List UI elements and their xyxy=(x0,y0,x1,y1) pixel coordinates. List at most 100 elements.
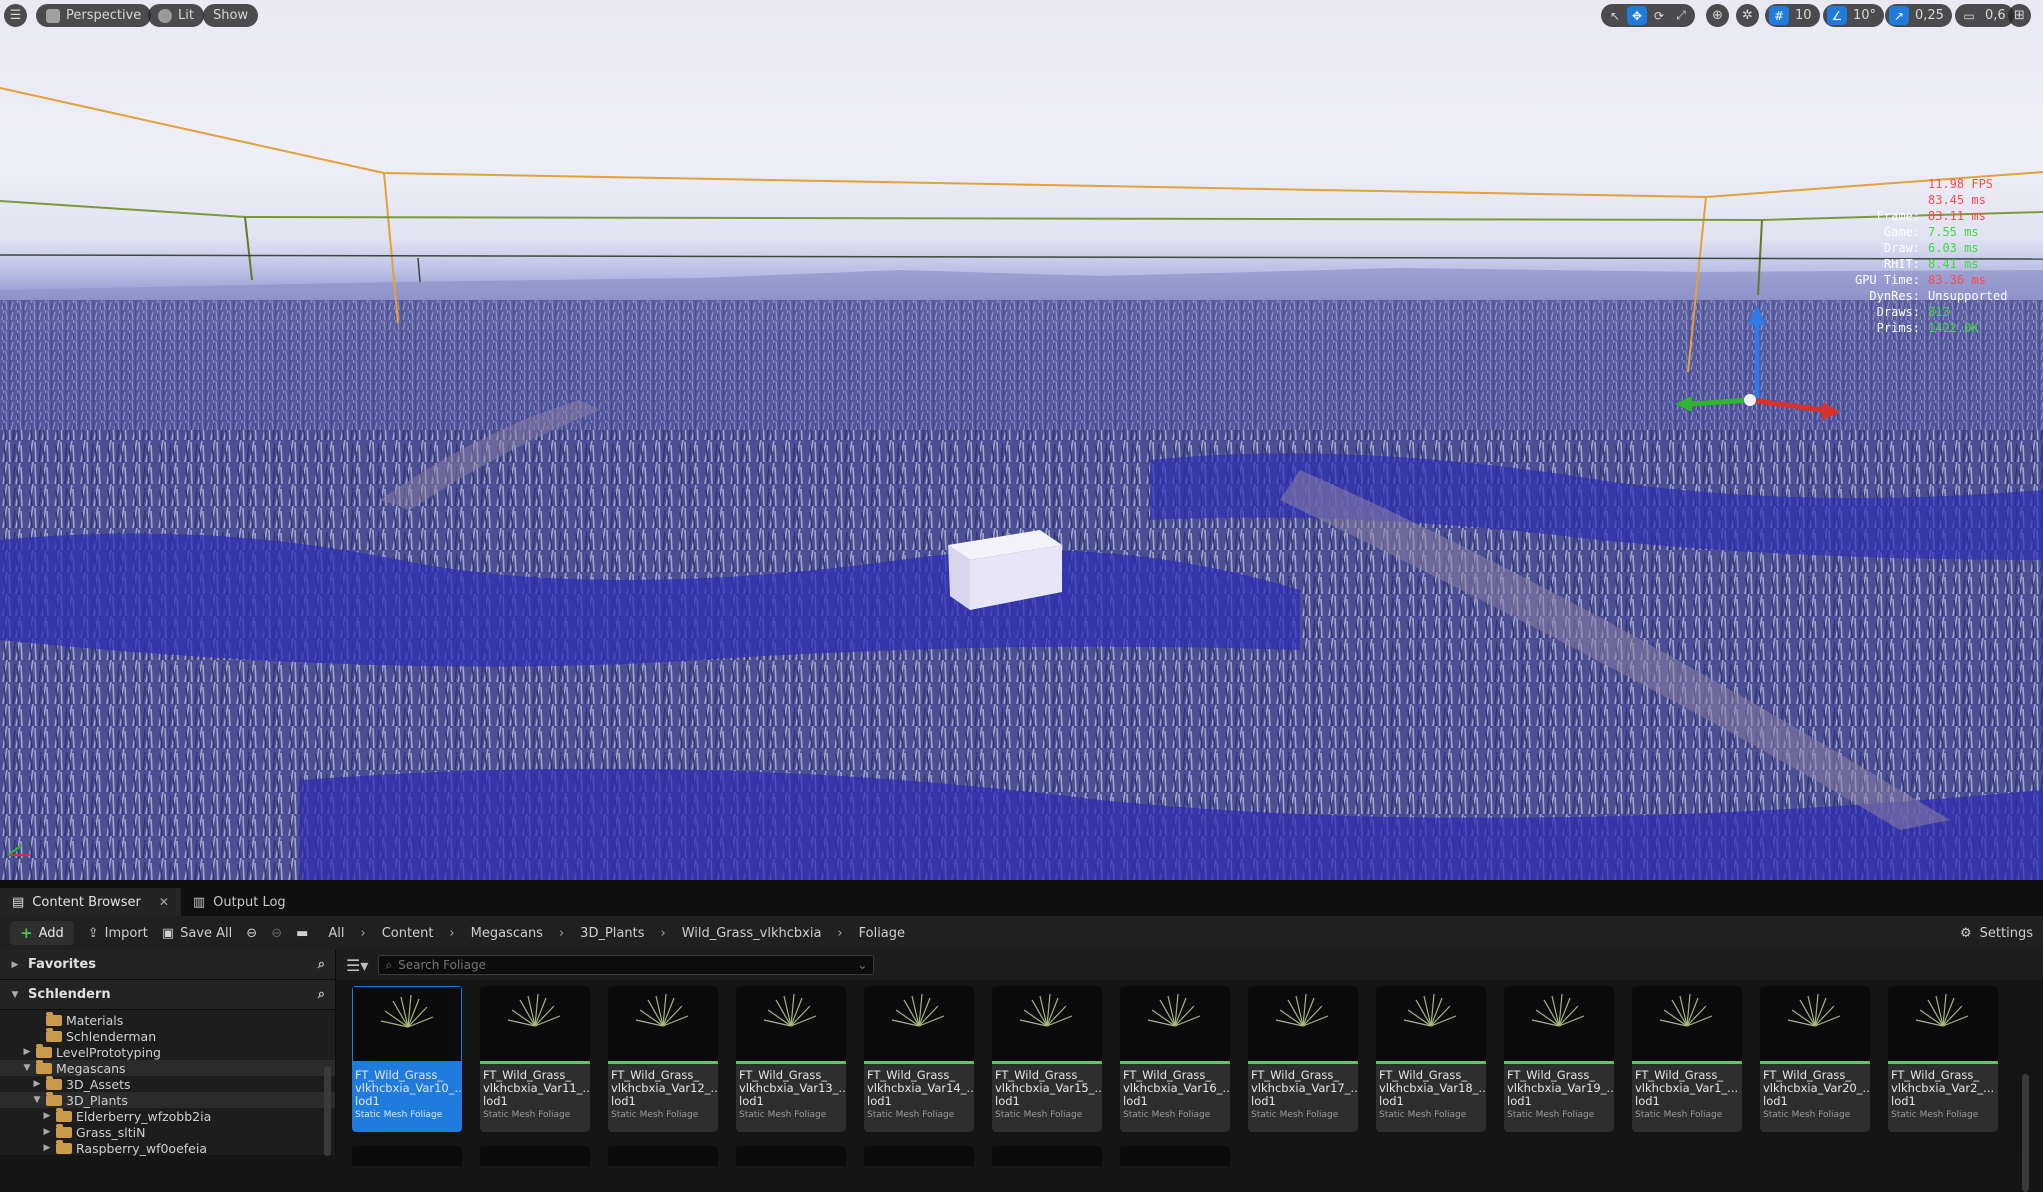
asset-tile[interactable]: FT_Wild_Grass_ vlkhcbxia_Var18_... lod1 S… xyxy=(1376,986,1486,1132)
chevron-right-icon[interactable]: › xyxy=(837,926,842,941)
tree-folder[interactable]: ▶ Raspberry_wf0oefeia xyxy=(0,1139,335,1156)
breadcrumb-item[interactable]: 3D_Plants xyxy=(580,926,644,941)
maximize-viewport-button[interactable]: ⊞ xyxy=(2008,4,2031,27)
asset-tile[interactable]: FT_Wild_Grass_ vlkhcbxia_Var15_... lod1 S… xyxy=(992,986,1102,1132)
chevron-right-icon[interactable]: › xyxy=(660,926,665,941)
breadcrumb-item[interactable]: Content xyxy=(382,926,434,941)
chevron-right-icon[interactable]: ▶ xyxy=(22,1047,32,1057)
tree-folder[interactable]: Schlenderman xyxy=(0,1027,335,1044)
stat-value: 6.03 ms xyxy=(1928,241,1979,255)
chevron-down-icon[interactable]: ▼ xyxy=(22,1063,32,1073)
asset-tile[interactable]: FT_Wild_Grass_ vlkhcbxia_Var13_... lod1 S… xyxy=(736,986,846,1132)
asset-name: FT_Wild_Grass_ vlkhcbxia_Var16_... lod1 xyxy=(1123,1068,1230,1108)
stat-row: Draw: 6.03 ms xyxy=(1855,240,2005,256)
chevron-down-icon[interactable]: ⌄ xyxy=(857,958,867,972)
asset-tile[interactable]: FT_Wild_Grass_ vlkhcbxia_Var1_... lod1 St… xyxy=(1632,986,1742,1132)
history-forward-icon[interactable]: ⊖ xyxy=(271,926,282,941)
camera-speed-value[interactable]: 0,6 xyxy=(1981,8,2010,23)
tree-folder[interactable]: ▶ Grass_sltiN xyxy=(0,1123,335,1140)
asset-tile[interactable] xyxy=(1120,1146,1230,1166)
rotation-snap-group[interactable]: ∠ 10° xyxy=(1823,4,1885,27)
asset-tile[interactable]: FT_Wild_Grass_ vlkhcbxia_Var20_... lod1 S… xyxy=(1760,986,1870,1132)
breadcrumb-item[interactable]: All xyxy=(328,926,344,941)
filter-icon[interactable]: ☰▾ xyxy=(346,956,368,975)
favorites-header[interactable]: ▶ Favorites ⌕ xyxy=(0,950,335,980)
scale-snap-value[interactable]: 0,25 xyxy=(1911,8,1948,23)
folder-icon xyxy=(56,1123,72,1138)
chevron-right-icon[interactable]: › xyxy=(449,926,454,941)
surface-snap-button[interactable]: ✲ xyxy=(1736,4,1759,27)
grid-snap-icon[interactable]: # xyxy=(1769,6,1789,25)
asset-tile[interactable]: FT_Wild_Grass_ vlkhcbxia_Var12_... lod1 S… xyxy=(608,986,718,1132)
camera-speed-group[interactable]: ▭ 0,6 xyxy=(1955,4,2014,27)
asset-tile[interactable] xyxy=(608,1146,718,1166)
folder-icon[interactable]: ▬ xyxy=(296,926,308,941)
tree-folder[interactable]: ▶ LevelPrototyping xyxy=(0,1043,335,1060)
perspective-button[interactable]: Perspective xyxy=(36,4,152,27)
tree-folder[interactable]: ▶ 3D_Assets xyxy=(0,1075,335,1092)
chevron-right-icon[interactable]: › xyxy=(559,926,564,941)
tree-folder[interactable]: Materials xyxy=(0,1011,335,1028)
asset-tile[interactable] xyxy=(736,1146,846,1166)
import-button[interactable]: ⇪ Import xyxy=(88,926,148,941)
level-viewport[interactable]: ☰ Perspective Lit Show ↖ ✥ ⟳ ⤢ ⊕ ✲ # 10 … xyxy=(0,0,2043,880)
close-icon[interactable]: ✕ xyxy=(159,895,169,909)
viewport-scene[interactable] xyxy=(0,0,2043,880)
stat-label: GPU Time: xyxy=(1854,273,1920,287)
asset-scrollbar[interactable] xyxy=(2022,1074,2029,1192)
world-space-button[interactable]: ⊕ xyxy=(1706,4,1729,27)
chevron-right-icon[interactable]: ▶ xyxy=(42,1127,52,1137)
asset-tile[interactable]: FT_Wild_Grass_ vlkhcbxia_Var11_... lod1 S… xyxy=(480,986,590,1132)
settings-button[interactable]: ⚙ Settings xyxy=(1960,926,2033,941)
chevron-right-icon[interactable]: ▶ xyxy=(42,1111,52,1121)
breadcrumb-item[interactable]: Foliage xyxy=(859,926,905,941)
select-tool-icon[interactable]: ↖ xyxy=(1605,6,1625,25)
chevron-right-icon[interactable]: ▶ xyxy=(42,1143,52,1153)
asset-tile[interactable]: FT_Wild_Grass_ vlkhcbxia_Var2_... lod1 St… xyxy=(1888,986,1998,1132)
grid-snap-group[interactable]: # 10 xyxy=(1765,4,1820,27)
search-box[interactable]: ⌕ ⌄ xyxy=(378,955,875,975)
save-all-button[interactable]: ▣ Save All xyxy=(162,926,232,941)
asset-tile[interactable] xyxy=(864,1146,974,1166)
tree-folder[interactable]: ▶ Elderberry_wfzobb2ia xyxy=(0,1107,335,1124)
grid-snap-value[interactable]: 10 xyxy=(1791,8,1816,23)
chevron-down-icon[interactable]: ▼ xyxy=(32,1095,42,1105)
asset-tile[interactable]: FT_Wild_Grass_ vlkhcbxia_Var16_... lod1 S… xyxy=(1120,986,1230,1132)
search-icon[interactable]: ⌕ xyxy=(318,987,325,1002)
chevron-right-icon[interactable]: ▶ xyxy=(32,1079,42,1089)
tab-content-browser[interactable]: ▤ Content Browser ✕ xyxy=(0,888,181,916)
search-input[interactable] xyxy=(398,958,852,972)
show-button[interactable]: Show xyxy=(203,4,259,27)
tree-folder[interactable]: ▼ 3D_Plants xyxy=(0,1091,335,1108)
scale-snap-icon[interactable]: ↗ xyxy=(1889,6,1909,25)
tree-folder[interactable]: ▼ Megascans xyxy=(0,1059,335,1076)
breadcrumb-item[interactable]: Wild_Grass_vlkhcbxia xyxy=(682,926,822,941)
move-tool-icon[interactable]: ✥ xyxy=(1627,6,1647,25)
rotation-snap-icon[interactable]: ∠ xyxy=(1827,6,1847,25)
rotate-tool-icon[interactable]: ⟳ xyxy=(1649,6,1669,25)
breadcrumb-item[interactable]: Megascans xyxy=(471,926,543,941)
rotation-snap-value[interactable]: 10° xyxy=(1849,8,1880,23)
viewport-options-button[interactable]: ☰ xyxy=(4,4,27,27)
asset-tile[interactable] xyxy=(352,1146,462,1166)
lit-button[interactable]: Lit xyxy=(148,4,204,27)
camera-icon[interactable]: ▭ xyxy=(1959,6,1979,25)
asset-name: FT_Wild_Grass_ vlkhcbxia_Var13_... lod1 xyxy=(739,1068,846,1108)
chevron-right-icon[interactable]: › xyxy=(361,926,366,941)
history-back-icon[interactable]: ⊖ xyxy=(246,926,257,941)
asset-tile[interactable]: FT_Wild_Grass_ vlkhcbxia_Var14_... lod1 S… xyxy=(864,986,974,1132)
scale-snap-group[interactable]: ↗ 0,25 xyxy=(1885,4,1952,27)
asset-tile[interactable]: FT_Wild_Grass_ vlkhcbxia_Var17_... lod1 S… xyxy=(1248,986,1358,1132)
add-button[interactable]: + Add xyxy=(10,921,74,945)
asset-tile[interactable] xyxy=(480,1146,590,1166)
asset-tile[interactable]: FT_Wild_Grass_ vlkhcbxia_Var10_... lod1 S… xyxy=(352,986,462,1132)
project-header[interactable]: ▼ Schlendern ⌕ xyxy=(0,980,335,1010)
scale-tool-icon[interactable]: ⤢ xyxy=(1671,6,1691,25)
perspective-label: Perspective xyxy=(66,8,142,23)
gear-icon: ⚙ xyxy=(1960,925,1972,941)
tab-output-log[interactable]: ▥ Output Log xyxy=(181,888,298,916)
asset-tile[interactable] xyxy=(992,1146,1102,1166)
asset-tile[interactable]: FT_Wild_Grass_ vlkhcbxia_Var19_... lod1 S… xyxy=(1504,986,1614,1132)
search-icon[interactable]: ⌕ xyxy=(318,957,325,972)
sidebar-scrollbar[interactable] xyxy=(324,1066,331,1156)
